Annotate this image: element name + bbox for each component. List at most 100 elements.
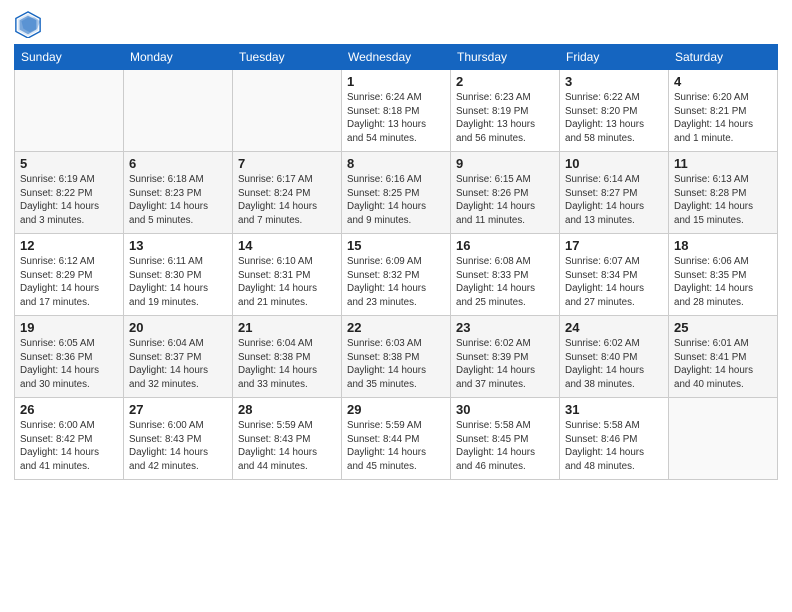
- calendar-cell: 7 Sunrise: 6:17 AM Sunset: 8:24 PM Daylig…: [233, 152, 342, 234]
- day-info: Sunrise: 5:58 AM Sunset: 8:46 PM Dayligh…: [565, 419, 663, 474]
- day-number: 20: [129, 320, 227, 335]
- day-info: Sunrise: 6:15 AM Sunset: 8:26 PM Dayligh…: [456, 173, 554, 228]
- day-number: 25: [674, 320, 772, 335]
- day-info: Sunrise: 6:20 AM Sunset: 8:21 PM Dayligh…: [674, 91, 772, 146]
- calendar-cell: [669, 398, 778, 480]
- page: SundayMondayTuesdayWednesdayThursdayFrid…: [0, 0, 792, 612]
- calendar-cell: 6Sunrise: 6:18 AM Sunset: 8:23 PM Daylig…: [124, 152, 233, 234]
- calendar-week-4: 26 Sunrise: 6:00 AM Sunset: 8:42 PM Dayli…: [15, 398, 778, 480]
- calendar-cell: 12 Sunrise: 6:12 AM Sunset: 8:29 PM Dayli…: [15, 234, 124, 316]
- day-info: Sunrise: 6:11 AM Sunset: 8:30 PM Dayligh…: [129, 255, 227, 310]
- day-number: 28: [238, 402, 336, 417]
- weekday-header-sunday: Sunday: [15, 45, 124, 70]
- calendar-cell: 11Sunrise: 6:13 AM Sunset: 8:28 PM Dayli…: [669, 152, 778, 234]
- day-number: 8: [347, 156, 445, 171]
- calendar-cell: [15, 70, 124, 152]
- calendar-cell: 20 Sunrise: 6:04 AM Sunset: 8:37 PM Dayli…: [124, 316, 233, 398]
- weekday-header-tuesday: Tuesday: [233, 45, 342, 70]
- day-info: Sunrise: 6:02 AM Sunset: 8:40 PM Dayligh…: [565, 337, 663, 392]
- day-number: 1: [347, 74, 445, 89]
- calendar-cell: 23Sunrise: 6:02 AM Sunset: 8:39 PM Dayli…: [451, 316, 560, 398]
- day-number: 19: [20, 320, 118, 335]
- calendar-week-1: 5 Sunrise: 6:19 AM Sunset: 8:22 PM Daylig…: [15, 152, 778, 234]
- calendar-cell: 4 Sunrise: 6:20 AM Sunset: 8:21 PM Daylig…: [669, 70, 778, 152]
- calendar-header: SundayMondayTuesdayWednesdayThursdayFrid…: [15, 45, 778, 70]
- day-info: Sunrise: 6:17 AM Sunset: 8:24 PM Dayligh…: [238, 173, 336, 228]
- calendar-cell: 26 Sunrise: 6:00 AM Sunset: 8:42 PM Dayli…: [15, 398, 124, 480]
- calendar-cell: 27Sunrise: 6:00 AM Sunset: 8:43 PM Dayli…: [124, 398, 233, 480]
- day-number: 13: [129, 238, 227, 253]
- day-number: 30: [456, 402, 554, 417]
- day-number: 7: [238, 156, 336, 171]
- day-number: 15: [347, 238, 445, 253]
- calendar-cell: 8 Sunrise: 6:16 AM Sunset: 8:25 PM Daylig…: [342, 152, 451, 234]
- calendar-cell: 5 Sunrise: 6:19 AM Sunset: 8:22 PM Daylig…: [15, 152, 124, 234]
- day-info: Sunrise: 6:18 AM Sunset: 8:23 PM Dayligh…: [129, 173, 227, 228]
- day-info: Sunrise: 5:59 AM Sunset: 8:43 PM Dayligh…: [238, 419, 336, 474]
- calendar-cell: 29Sunrise: 5:59 AM Sunset: 8:44 PM Dayli…: [342, 398, 451, 480]
- calendar-cell: 16Sunrise: 6:08 AM Sunset: 8:33 PM Dayli…: [451, 234, 560, 316]
- day-info: Sunrise: 6:05 AM Sunset: 8:36 PM Dayligh…: [20, 337, 118, 392]
- day-number: 14: [238, 238, 336, 253]
- day-info: Sunrise: 6:01 AM Sunset: 8:41 PM Dayligh…: [674, 337, 772, 392]
- calendar-cell: 18Sunrise: 6:06 AM Sunset: 8:35 PM Dayli…: [669, 234, 778, 316]
- calendar-cell: 2Sunrise: 6:23 AM Sunset: 8:19 PM Daylig…: [451, 70, 560, 152]
- calendar-cell: 15Sunrise: 6:09 AM Sunset: 8:32 PM Dayli…: [342, 234, 451, 316]
- day-number: 4: [674, 74, 772, 89]
- day-number: 26: [20, 402, 118, 417]
- calendar-cell: [124, 70, 233, 152]
- day-info: Sunrise: 6:23 AM Sunset: 8:19 PM Dayligh…: [456, 91, 554, 146]
- calendar-cell: 21 Sunrise: 6:04 AM Sunset: 8:38 PM Dayli…: [233, 316, 342, 398]
- day-number: 16: [456, 238, 554, 253]
- calendar-cell: 24Sunrise: 6:02 AM Sunset: 8:40 PM Dayli…: [560, 316, 669, 398]
- calendar-cell: 13 Sunrise: 6:11 AM Sunset: 8:30 PM Dayli…: [124, 234, 233, 316]
- calendar-cell: 14 Sunrise: 6:10 AM Sunset: 8:31 PM Dayli…: [233, 234, 342, 316]
- day-info: Sunrise: 5:59 AM Sunset: 8:44 PM Dayligh…: [347, 419, 445, 474]
- logo: [14, 10, 46, 38]
- day-number: 3: [565, 74, 663, 89]
- day-info: Sunrise: 6:04 AM Sunset: 8:38 PM Dayligh…: [238, 337, 336, 392]
- calendar-cell: [233, 70, 342, 152]
- day-info: Sunrise: 6:14 AM Sunset: 8:27 PM Dayligh…: [565, 173, 663, 228]
- weekday-header-friday: Friday: [560, 45, 669, 70]
- calendar-week-0: 1Sunrise: 6:24 AM Sunset: 8:18 PM Daylig…: [15, 70, 778, 152]
- calendar-table: SundayMondayTuesdayWednesdayThursdayFrid…: [14, 44, 778, 480]
- calendar-cell: 19 Sunrise: 6:05 AM Sunset: 8:36 PM Dayli…: [15, 316, 124, 398]
- day-info: Sunrise: 6:12 AM Sunset: 8:29 PM Dayligh…: [20, 255, 118, 310]
- calendar-cell: 31 Sunrise: 5:58 AM Sunset: 8:46 PM Dayli…: [560, 398, 669, 480]
- calendar-cell: 9 Sunrise: 6:15 AM Sunset: 8:26 PM Daylig…: [451, 152, 560, 234]
- day-info: Sunrise: 5:58 AM Sunset: 8:45 PM Dayligh…: [456, 419, 554, 474]
- day-info: Sunrise: 6:07 AM Sunset: 8:34 PM Dayligh…: [565, 255, 663, 310]
- day-number: 21: [238, 320, 336, 335]
- day-info: Sunrise: 6:00 AM Sunset: 8:43 PM Dayligh…: [129, 419, 227, 474]
- day-info: Sunrise: 6:04 AM Sunset: 8:37 PM Dayligh…: [129, 337, 227, 392]
- logo-icon: [14, 10, 42, 38]
- weekday-header-row: SundayMondayTuesdayWednesdayThursdayFrid…: [15, 45, 778, 70]
- calendar-cell: 1Sunrise: 6:24 AM Sunset: 8:18 PM Daylig…: [342, 70, 451, 152]
- day-number: 31: [565, 402, 663, 417]
- weekday-header-wednesday: Wednesday: [342, 45, 451, 70]
- calendar-week-3: 19 Sunrise: 6:05 AM Sunset: 8:36 PM Dayli…: [15, 316, 778, 398]
- day-info: Sunrise: 6:19 AM Sunset: 8:22 PM Dayligh…: [20, 173, 118, 228]
- day-number: 12: [20, 238, 118, 253]
- day-info: Sunrise: 6:00 AM Sunset: 8:42 PM Dayligh…: [20, 419, 118, 474]
- calendar-cell: 28 Sunrise: 5:59 AM Sunset: 8:43 PM Dayli…: [233, 398, 342, 480]
- calendar-cell: 17 Sunrise: 6:07 AM Sunset: 8:34 PM Dayli…: [560, 234, 669, 316]
- day-info: Sunrise: 6:10 AM Sunset: 8:31 PM Dayligh…: [238, 255, 336, 310]
- day-number: 18: [674, 238, 772, 253]
- weekday-header-thursday: Thursday: [451, 45, 560, 70]
- day-number: 17: [565, 238, 663, 253]
- weekday-header-saturday: Saturday: [669, 45, 778, 70]
- calendar-cell: 22 Sunrise: 6:03 AM Sunset: 8:38 PM Dayli…: [342, 316, 451, 398]
- day-info: Sunrise: 6:16 AM Sunset: 8:25 PM Dayligh…: [347, 173, 445, 228]
- day-number: 9: [456, 156, 554, 171]
- day-info: Sunrise: 6:13 AM Sunset: 8:28 PM Dayligh…: [674, 173, 772, 228]
- calendar-cell: 3 Sunrise: 6:22 AM Sunset: 8:20 PM Daylig…: [560, 70, 669, 152]
- day-number: 23: [456, 320, 554, 335]
- day-number: 22: [347, 320, 445, 335]
- day-number: 5: [20, 156, 118, 171]
- day-info: Sunrise: 6:03 AM Sunset: 8:38 PM Dayligh…: [347, 337, 445, 392]
- calendar-body: 1Sunrise: 6:24 AM Sunset: 8:18 PM Daylig…: [15, 70, 778, 480]
- header: [14, 10, 778, 38]
- day-info: Sunrise: 6:22 AM Sunset: 8:20 PM Dayligh…: [565, 91, 663, 146]
